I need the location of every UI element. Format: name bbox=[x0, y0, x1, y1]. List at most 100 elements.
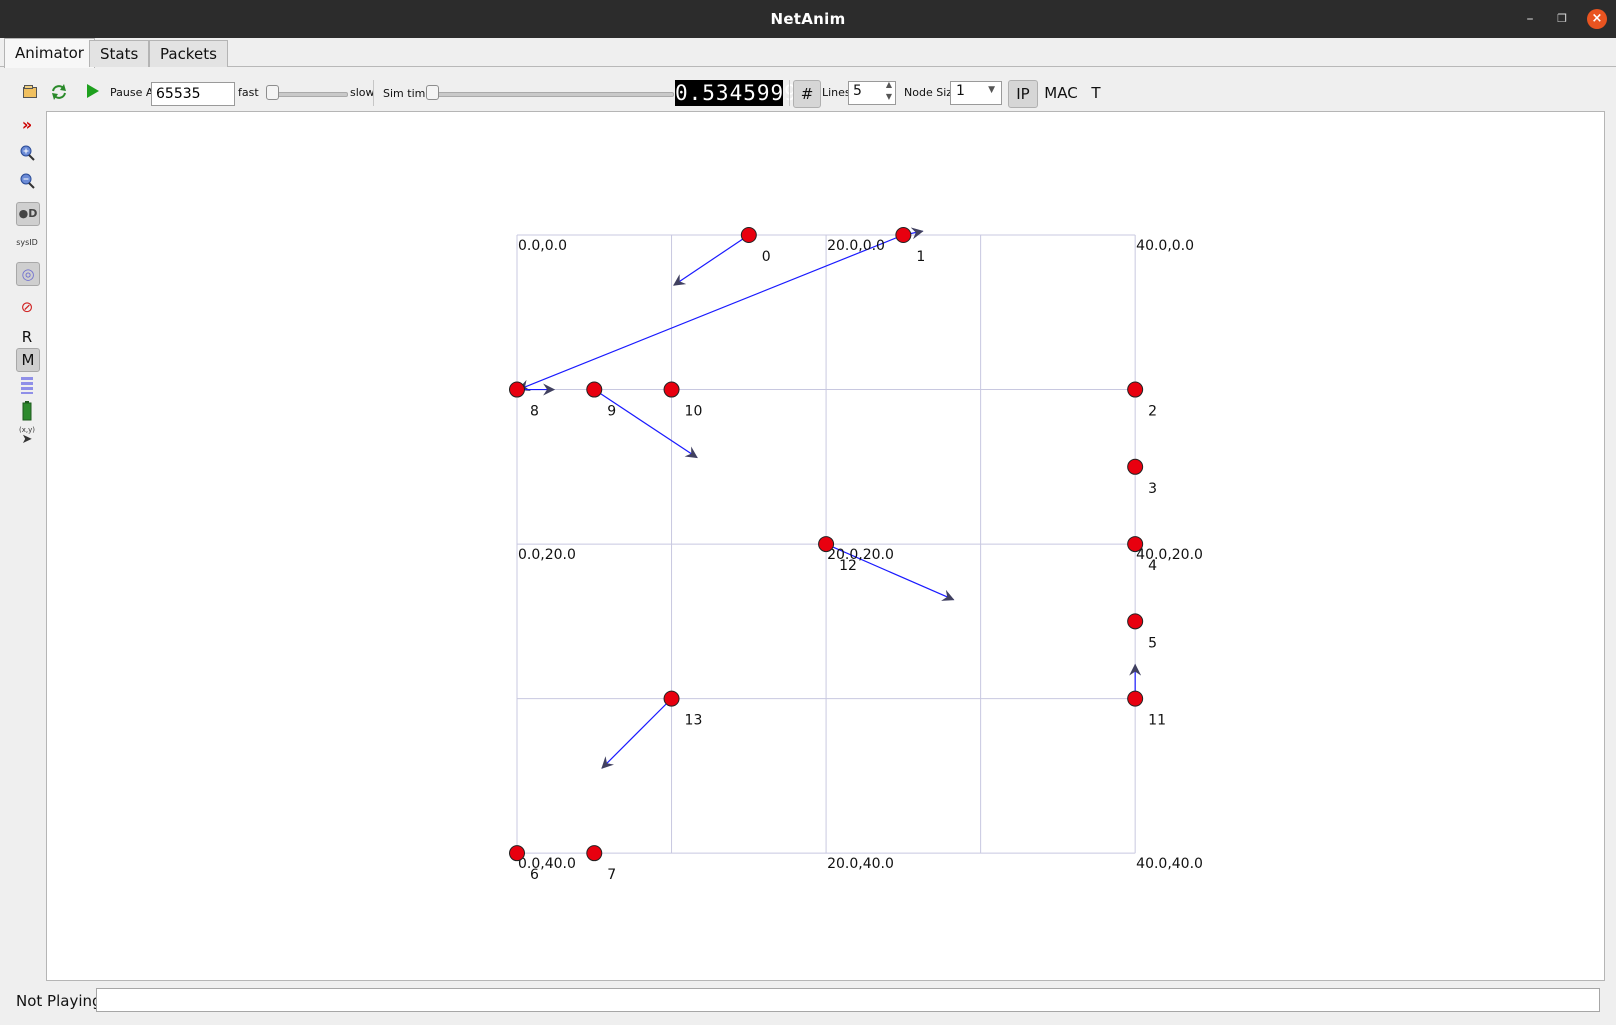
zoom-in-icon[interactable] bbox=[16, 142, 38, 164]
node-circle[interactable] bbox=[509, 381, 525, 398]
node-id-label: 1 bbox=[916, 249, 925, 265]
grid-coordinate-label: 20.0,40.0 bbox=[827, 856, 894, 872]
node-id-label: 8 bbox=[530, 404, 539, 420]
node-circle[interactable] bbox=[1127, 690, 1144, 707]
node-id-label: 7 bbox=[607, 867, 616, 883]
tab-animator[interactable]: Animator bbox=[4, 38, 95, 68]
sim-time-slider-handle[interactable] bbox=[426, 85, 439, 100]
node-circle[interactable] bbox=[663, 381, 680, 398]
xy-cursor-icon[interactable]: (x,y) ➤ bbox=[16, 426, 38, 448]
speed-fast-label: fast bbox=[238, 86, 259, 99]
mobility-toggle-button[interactable]: M bbox=[16, 348, 40, 372]
lines-label: Lines bbox=[822, 86, 851, 99]
node-size-value: 1 bbox=[956, 83, 965, 99]
node-7[interactable]: 7 bbox=[586, 845, 616, 884]
node-id-toggle-icon[interactable]: ●D bbox=[16, 202, 40, 226]
packet-transmission-arrow bbox=[601, 698, 672, 769]
packet-transmission-arrow bbox=[673, 234, 750, 286]
node-circle[interactable] bbox=[1127, 381, 1144, 398]
node-circle[interactable] bbox=[1127, 536, 1144, 553]
node-id-label: 10 bbox=[685, 404, 703, 420]
grid-coordinate-label: 40.0,20.0 bbox=[1136, 547, 1203, 563]
packet-transmission-arrow bbox=[593, 389, 698, 459]
speed-slider-handle[interactable] bbox=[266, 85, 279, 100]
open-file-icon[interactable] bbox=[22, 83, 38, 99]
tab-packets[interactable]: Packets bbox=[149, 40, 228, 67]
expand-chevron-icon[interactable]: » bbox=[16, 114, 38, 136]
sim-time-slider[interactable] bbox=[428, 92, 674, 97]
side-toolbar: » ●D sysID ◎ ⊘ R M (x,y) ➤ bbox=[8, 112, 46, 472]
window-title: NetAnim bbox=[770, 10, 846, 28]
node-id-label: 6 bbox=[530, 867, 539, 883]
grid-coordinate-label: 0.0,40.0 bbox=[518, 856, 576, 872]
toolbar-separator bbox=[373, 80, 374, 106]
node-8[interactable]: 8 bbox=[509, 381, 539, 420]
node-circle[interactable] bbox=[818, 536, 835, 553]
node-id-label: 0 bbox=[762, 249, 771, 265]
node-circle[interactable] bbox=[586, 381, 603, 398]
wireless-circles-icon[interactable]: ◎ bbox=[16, 262, 40, 286]
node-id-label: 5 bbox=[1148, 635, 1157, 651]
minimize-button[interactable]: – bbox=[1520, 9, 1540, 29]
node-id-label: 2 bbox=[1148, 404, 1157, 420]
no-packets-icon[interactable]: ⊘ bbox=[16, 296, 38, 318]
zoom-out-icon[interactable] bbox=[16, 170, 38, 192]
topology-scene[interactable]: 0.0,0.0 20.0,0.0 40.0,0.0 0.0,20.0 20.0,20.0… bbox=[47, 112, 1604, 980]
node-3[interactable]: 3 bbox=[1127, 458, 1157, 497]
spin-down-icon[interactable]: ▼ bbox=[886, 92, 892, 101]
node-11[interactable]: 11 bbox=[1127, 690, 1166, 729]
node-id-label: 4 bbox=[1148, 558, 1157, 574]
node-size-select[interactable]: 1 ▼ bbox=[950, 81, 1002, 105]
battery-icon[interactable] bbox=[16, 400, 38, 422]
mac-toggle-button[interactable]: MAC bbox=[1042, 80, 1080, 106]
node-id-label: 3 bbox=[1148, 481, 1157, 497]
status-message-field bbox=[96, 988, 1600, 1012]
play-icon[interactable] bbox=[86, 83, 100, 99]
toolbar-separator bbox=[789, 80, 790, 106]
sysid-toggle-icon[interactable]: sysID bbox=[16, 232, 38, 254]
node-5[interactable]: 5 bbox=[1127, 613, 1157, 652]
grid-coordinate-labels: 0.0,0.0 20.0,0.0 40.0,0.0 0.0,20.0 20.0,20.0… bbox=[518, 238, 1203, 872]
node-2[interactable]: 2 bbox=[1127, 381, 1157, 420]
grid-coordinate-label: 40.0,40.0 bbox=[1136, 856, 1203, 872]
node-0[interactable]: 0 bbox=[740, 227, 771, 266]
sim-time-label: Sim time bbox=[383, 87, 433, 100]
node-circle[interactable] bbox=[895, 227, 912, 243]
lines-value: 5 bbox=[853, 83, 862, 99]
status-bar: Not Playing bbox=[0, 988, 1616, 1020]
node-circle[interactable] bbox=[1127, 458, 1144, 475]
sim-time-display: 0.5345999 bbox=[675, 80, 798, 106]
node-circle[interactable] bbox=[1127, 613, 1144, 630]
chevron-down-icon: ▼ bbox=[988, 85, 995, 95]
ip-toggle-button[interactable]: IP bbox=[1008, 80, 1038, 108]
node-13[interactable]: 13 bbox=[663, 690, 703, 729]
reload-icon[interactable] bbox=[50, 83, 68, 101]
lines-spinbox[interactable]: 5 ▲ ▼ bbox=[848, 80, 896, 105]
grid-toggle-button[interactable]: # bbox=[793, 80, 821, 108]
t-toggle-button[interactable]: T bbox=[1088, 80, 1104, 106]
grid-coordinate-label: 40.0,0.0 bbox=[1136, 238, 1194, 254]
node-10[interactable]: 10 bbox=[663, 381, 703, 420]
node-id-label: 13 bbox=[685, 713, 703, 729]
node-id-label: 9 bbox=[607, 404, 616, 420]
node-1[interactable]: 1 bbox=[895, 227, 925, 266]
node-circle[interactable] bbox=[509, 845, 525, 862]
tab-bar: Animator Stats Packets bbox=[0, 38, 1616, 68]
close-button[interactable]: × bbox=[1587, 9, 1607, 29]
node-id-label: 12 bbox=[839, 558, 857, 574]
spin-up-icon[interactable]: ▲ bbox=[886, 80, 892, 89]
tab-stats[interactable]: Stats bbox=[89, 40, 150, 67]
toolbar: Pause At fast slow Sim time 0.5345999 # … bbox=[0, 76, 1616, 110]
routing-toggle-button[interactable]: R bbox=[16, 326, 38, 348]
packet-transmission-arrow bbox=[517, 234, 904, 392]
title-bar: NetAnim – ❐ × bbox=[0, 0, 1616, 38]
speed-slow-label: slow bbox=[350, 86, 375, 99]
node-circle[interactable] bbox=[740, 227, 757, 243]
status-text: Not Playing bbox=[16, 992, 102, 1010]
packet-list-icon[interactable] bbox=[16, 374, 38, 396]
animation-canvas[interactable]: 0.0,0.0 20.0,0.0 40.0,0.0 0.0,20.0 20.0,20.0… bbox=[46, 111, 1605, 981]
maximize-button[interactable]: ❐ bbox=[1552, 9, 1572, 29]
node-circle[interactable] bbox=[663, 690, 680, 707]
node-circle[interactable] bbox=[586, 845, 603, 862]
pause-at-input[interactable] bbox=[151, 82, 235, 106]
